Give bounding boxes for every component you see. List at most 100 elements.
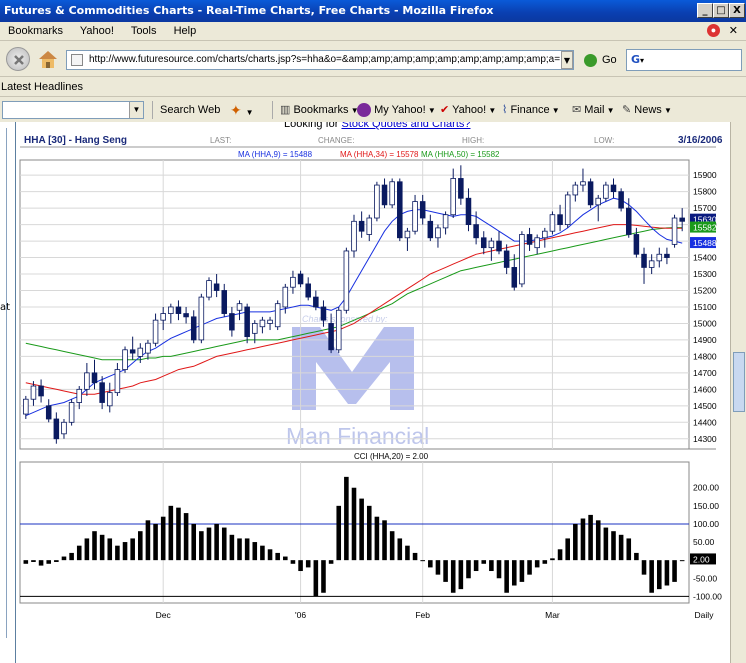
- candle-down: [419, 201, 426, 219]
- candle-up: [145, 342, 151, 354]
- candle-up: [450, 178, 456, 216]
- cci-bar: [405, 545, 410, 561]
- menu-yahoo[interactable]: Yahoo!: [80, 25, 114, 37]
- candle-up: [366, 217, 373, 235]
- cci-bar: [153, 523, 158, 561]
- news-button[interactable]: ✎ News ▼: [622, 97, 672, 123]
- cci-bar: [130, 538, 135, 561]
- candle-down: [213, 283, 220, 291]
- price-tick-label: 14600: [693, 384, 717, 394]
- price-tick-label: 15700: [693, 203, 717, 213]
- date-tick-label: Feb: [415, 610, 430, 620]
- highlight-icon[interactable]: ✦ ▼: [230, 97, 254, 123]
- cci-bar: [168, 505, 174, 561]
- candle-up: [343, 250, 350, 311]
- cci-bar: [244, 538, 250, 561]
- candle-down: [221, 290, 228, 314]
- maximize-button[interactable]: □: [713, 3, 729, 18]
- cci-bar: [534, 560, 540, 568]
- url-dropdown-icon[interactable]: ▼: [561, 51, 573, 69]
- cci-bar: [122, 542, 128, 561]
- candle-up: [572, 184, 579, 196]
- high-label: HIGH:: [462, 136, 484, 145]
- candle-up: [564, 194, 571, 226]
- date-tick-label: Mar: [545, 610, 560, 620]
- candle-up: [274, 303, 281, 328]
- url-input[interactable]: http://www.futuresource.com/charts/chart…: [66, 50, 574, 70]
- cci-bar: [221, 527, 227, 561]
- candle-down: [297, 273, 304, 285]
- candle-down: [175, 306, 182, 314]
- search-web-button[interactable]: Search Web: [160, 97, 220, 123]
- go-button[interactable]: Go: [584, 51, 617, 69]
- candle-up: [160, 313, 166, 321]
- candle-down: [381, 184, 388, 206]
- close-tab-icon[interactable]: ✕: [729, 22, 738, 40]
- candle-down: [190, 316, 197, 341]
- cci-bar: [191, 523, 197, 561]
- bookmarks-icon: ▥: [280, 104, 294, 116]
- candle-down: [625, 207, 632, 235]
- candle-down: [664, 253, 670, 258]
- minimize-button[interactable]: _: [697, 3, 713, 18]
- last-label: LAST:: [210, 136, 231, 145]
- stop-button[interactable]: [6, 47, 30, 71]
- yahoo-search-input[interactable]: ▼: [2, 101, 144, 119]
- ma50-legend: MA (HHA,50) = 15582: [421, 150, 500, 159]
- cci-tick-label: 150.00: [693, 501, 719, 511]
- candle-down: [305, 283, 311, 298]
- candle-up: [648, 260, 655, 268]
- cci-tick-label: -50.00: [693, 573, 717, 583]
- dropdown-arrow-icon[interactable]: ▼: [129, 102, 143, 118]
- cci-bar: [290, 560, 296, 564]
- latest-headlines-link[interactable]: Latest Headlines: [1, 81, 83, 93]
- home-button[interactable]: [36, 47, 60, 71]
- menu-tools[interactable]: Tools: [131, 25, 157, 37]
- stop-icon[interactable]: ●: [707, 24, 720, 37]
- yahoo-button[interactable]: ✔ Yahoo! ▼: [440, 97, 496, 123]
- stop-x-icon: [14, 55, 24, 65]
- cci-bar: [374, 516, 380, 561]
- scrollbar-thumb[interactable]: [733, 352, 745, 412]
- cci-bar: [641, 560, 647, 575]
- cci-bar: [588, 514, 593, 561]
- candle-down: [45, 405, 52, 420]
- candle-down: [641, 253, 647, 268]
- cci-bar: [359, 498, 364, 561]
- cci-bar: [458, 560, 464, 590]
- cci-bar: [435, 560, 441, 575]
- cci-bar: [504, 560, 509, 593]
- candle-up: [114, 369, 121, 394]
- my-yahoo-icon: [357, 103, 371, 118]
- finance-button[interactable]: ⌇ Finance ▼: [502, 97, 560, 123]
- navigation-bar: http://www.futuresource.com/charts/chart…: [0, 40, 746, 76]
- candle-up: [412, 201, 418, 232]
- candle-down: [503, 250, 510, 268]
- candle-up: [252, 323, 258, 334]
- my-yahoo-button[interactable]: My Yahoo! ▼: [357, 97, 436, 123]
- mail-button[interactable]: ✉ Mail ▼: [572, 97, 615, 123]
- cci-bar: [54, 560, 59, 562]
- bookmarks-button[interactable]: ▥ Bookmarks ▼: [280, 97, 359, 123]
- search-input[interactable]: G▾: [626, 49, 742, 71]
- candle-up: [152, 319, 159, 344]
- candle-up: [671, 217, 678, 245]
- vertical-scrollbar[interactable]: [730, 122, 746, 663]
- menu-bookmarks[interactable]: Bookmarks: [8, 25, 63, 37]
- menu-help[interactable]: Help: [174, 25, 197, 37]
- candle-down: [557, 214, 563, 226]
- cci-bar: [450, 560, 456, 593]
- candle-up: [374, 184, 380, 219]
- close-window-button[interactable]: X: [729, 3, 745, 18]
- candle-down: [328, 323, 334, 351]
- candle-down: [320, 306, 327, 321]
- candle-up: [656, 253, 663, 262]
- cci-bar: [38, 560, 44, 566]
- cci-bar: [397, 538, 403, 561]
- candle-up: [603, 184, 609, 199]
- cci-bar: [115, 545, 120, 561]
- cci-bar: [527, 560, 532, 575]
- cci-bar: [76, 545, 82, 561]
- price-tag-label: 15488: [693, 238, 717, 248]
- price-tick-label: 15300: [693, 269, 717, 279]
